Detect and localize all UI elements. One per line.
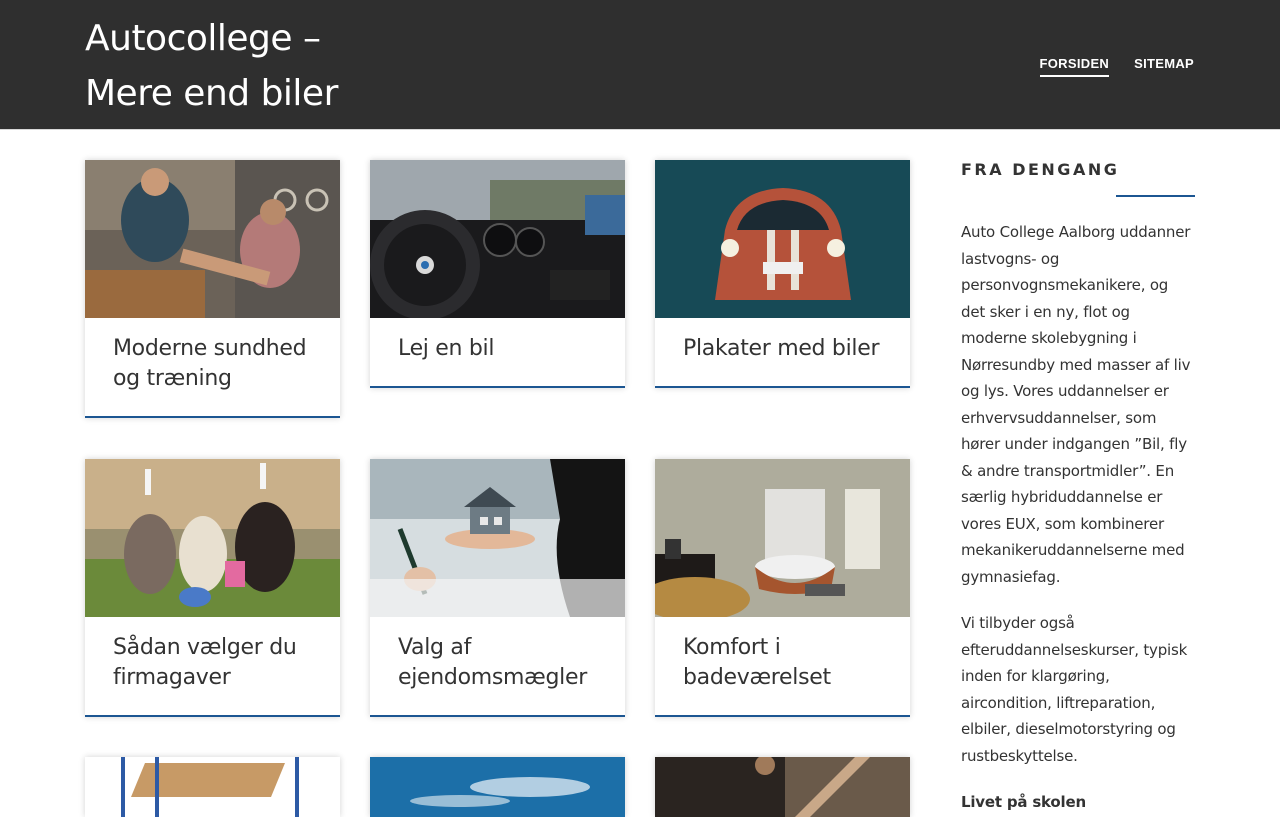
post-title[interactable]: Lej en bil [370, 318, 625, 388]
house-in-hand-photo[interactable] [370, 459, 625, 617]
race-car-poster-photo[interactable] [655, 160, 910, 318]
bathtub-photo[interactable] [655, 459, 910, 617]
fitness-trainer-photo[interactable] [85, 160, 340, 318]
post-title[interactable]: Moderne sundhed og træning [85, 318, 340, 418]
staircase-photo[interactable] [655, 757, 910, 817]
post-title[interactable]: Plakater med biler [655, 318, 910, 388]
nav-item-forsiden[interactable]: FORSIDEN [1039, 56, 1110, 77]
post-title[interactable]: Sådan vælger du firmagaver [85, 617, 340, 717]
sidebar-paragraph: Vi tilbyder også efteruddannelseskurser,… [961, 614, 1188, 765]
car-dashboard-photo[interactable] [370, 160, 625, 318]
main-nav: FORSIDEN SITEMAP [1039, 56, 1194, 77]
site-header: Autocollege – Mere end biler FORSIDEN SI… [0, 0, 1280, 130]
post-card[interactable]: Moderne sundhed og træning [85, 160, 340, 418]
nav-item-sitemap[interactable]: SITEMAP [1134, 56, 1194, 77]
sidebar: FRA DENGANG Auto College Aalborg uddanne… [961, 160, 1195, 816]
sidebar-paragraph: Auto College Aalborg uddanner lastvogns-… [961, 223, 1191, 586]
post-card[interactable]: Lej en bil [370, 160, 625, 388]
sidebar-subheading: Livet på skolen [961, 793, 1086, 811]
post-title[interactable]: Valg af ejendomsmægler [370, 617, 625, 717]
post-card[interactable]: Sådan vælger du firmagaver [85, 459, 340, 717]
post-card[interactable] [85, 757, 340, 817]
easter-dogs-photo[interactable] [85, 459, 340, 617]
post-card[interactable]: Valg af ejendomsmægler [370, 459, 625, 717]
site-title[interactable]: Autocollege – Mere end biler [85, 11, 415, 121]
post-card[interactable] [655, 757, 910, 817]
post-card[interactable]: Plakater med biler [655, 160, 910, 388]
post-card[interactable]: Komfort i badeværelset [655, 459, 910, 717]
sky-photo[interactable] [370, 757, 625, 817]
post-card[interactable] [370, 757, 625, 817]
post-title[interactable]: Komfort i badeværelset [655, 617, 910, 717]
widget-title: FRA DENGANG [961, 160, 1195, 197]
shelving-photo[interactable] [85, 757, 340, 817]
